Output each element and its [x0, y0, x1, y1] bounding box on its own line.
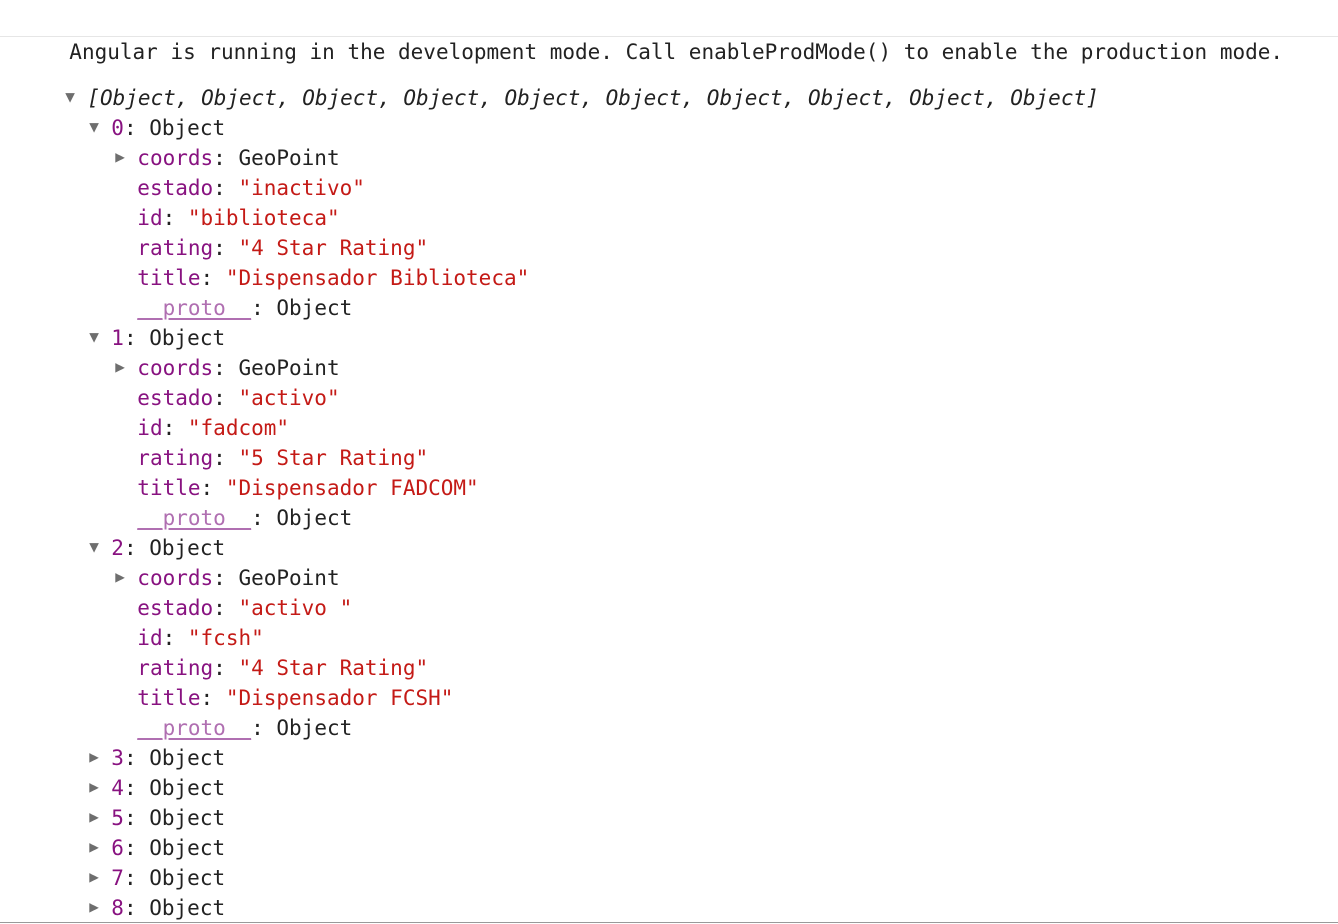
prop-value: Object [276, 716, 353, 740]
array-item-6[interactable]: ▶ 6: Object [64, 803, 225, 860]
prop-title: title: "Dispensador FADCOM" [137, 476, 479, 500]
array-item-7[interactable]: ▶ 7: Object [64, 833, 225, 890]
prop-title: title: "Dispensador FCSH" [137, 686, 454, 710]
prop-value: Object [276, 506, 353, 530]
prop-id: id: "fcsh" [137, 626, 264, 650]
prop-rating: rating: "5 Star Rating" [137, 446, 429, 470]
array-item-2[interactable]: ▼ 2: Object [64, 503, 225, 560]
prop-proto[interactable]: __proto__: Object [112, 473, 352, 530]
prop-id: id: "biblioteca" [137, 206, 340, 230]
prop-estado: estado: "inactivo" [137, 176, 365, 200]
prop-coords[interactable]: ▶ coords: GeoPoint [90, 113, 339, 170]
prop-id: id: "fadcom" [137, 416, 290, 440]
prop-rating: rating: "4 Star Rating" [137, 656, 429, 680]
array-item-9[interactable]: ▶9: Object [64, 893, 225, 923]
prop-proto[interactable]: __proto__: Object [112, 683, 352, 740]
prop-title: title: "Dispensador Biblioteca" [137, 266, 530, 290]
array-summary: [Object, Object, Object, Object, Object,… [87, 86, 1099, 110]
array-item-8[interactable]: ▶ 8: Object [64, 863, 225, 920]
array-summary-row[interactable]: ▼ [Object, Object, Object, Object, Object… [40, 53, 1098, 110]
prop-coords[interactable]: ▶ coords: GeoPoint [90, 533, 339, 590]
prop-rating: rating: "4 Star Rating" [137, 236, 429, 260]
array-item-3[interactable]: ▶ 3: Object [64, 713, 225, 770]
prop-proto[interactable]: __proto__: Object [112, 263, 352, 320]
console-message-dev-mode: Angular is running in the development mo… [0, 7, 1338, 64]
array-item-5[interactable]: ▶ 5: Object [64, 773, 225, 830]
array-item-1[interactable]: ▼ 1: Object [64, 293, 225, 350]
prop-estado: estado: "activo " [137, 596, 353, 620]
array-item-4[interactable]: ▶ 4: Object [64, 743, 225, 800]
prop-estado: estado: "activo" [137, 386, 340, 410]
prop-value: Object [276, 296, 353, 320]
console-bottom-divider [0, 922, 1338, 923]
array-item-0[interactable]: ▼ 0: Object [64, 83, 225, 140]
prop-coords[interactable]: ▶ coords: GeoPoint [90, 323, 339, 380]
